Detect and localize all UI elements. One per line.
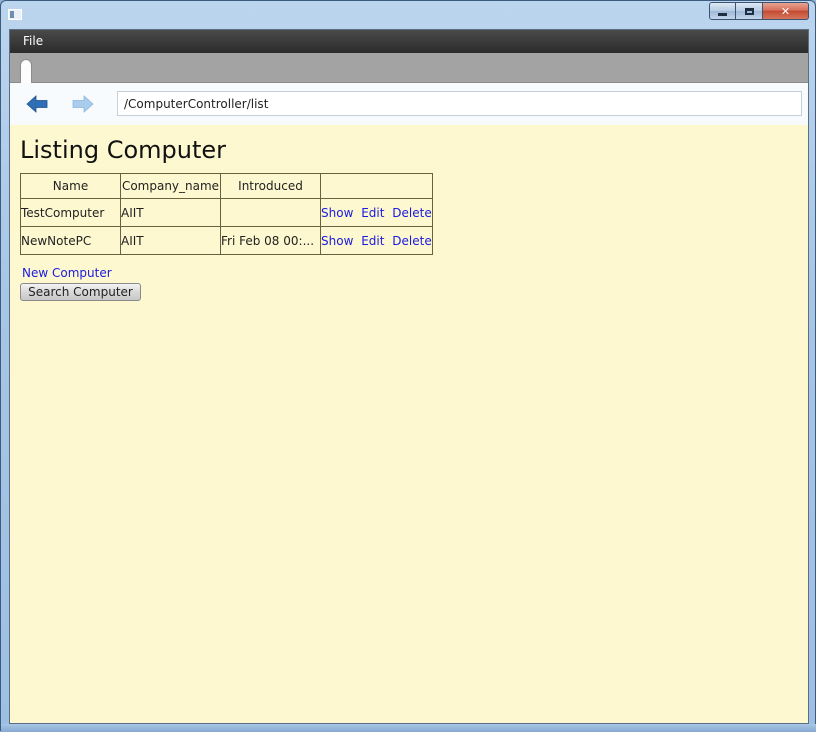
minimize-button[interactable] (709, 2, 736, 20)
close-button[interactable]: ✕ (763, 2, 809, 20)
tab-active[interactable] (20, 59, 32, 83)
search-computer-button[interactable]: Search Computer (20, 283, 141, 301)
menu-bar: File (10, 30, 808, 53)
cell-company: AIIT (120, 226, 221, 255)
cell-actions: Show Edit Delete (320, 198, 433, 227)
title-bar[interactable]: ✕ (1, 1, 815, 29)
table-header-row: Name Company_name Introduced (20, 173, 433, 199)
new-computer-link[interactable]: New Computer (22, 266, 808, 280)
column-header-actions (320, 173, 433, 199)
maximize-icon (744, 7, 754, 15)
window-icon[interactable] (8, 9, 22, 20)
minimize-icon (718, 12, 727, 16)
cell-company: AIIT (120, 198, 221, 227)
page-content: Listing Computer Name Company_name Intro… (10, 125, 808, 301)
close-icon: ✕ (780, 4, 791, 18)
client-area: File /ComputerController/list Listing Co… (9, 29, 809, 724)
back-arrow-icon[interactable] (26, 95, 48, 113)
show-link[interactable]: Show (321, 234, 353, 248)
window-controls: ✕ (709, 2, 809, 20)
address-field[interactable]: /ComputerController/list (117, 91, 802, 116)
delete-link[interactable]: Delete (392, 206, 431, 220)
menu-file[interactable]: File (10, 30, 56, 53)
cell-name: TestComputer (20, 198, 121, 227)
maximize-button[interactable] (736, 2, 763, 20)
page-title: Listing Computer (20, 136, 227, 164)
tab-strip (10, 53, 808, 83)
cell-actions: Show Edit Delete (320, 226, 433, 255)
edit-link[interactable]: Edit (361, 234, 384, 248)
app-window: ✕ File /ComputerController/list Listing … (0, 0, 816, 732)
table-row: TestComputer AIIT Show Edit Delete (20, 198, 433, 227)
delete-link[interactable]: Delete (392, 234, 431, 248)
column-header-introduced: Introduced (220, 173, 321, 199)
cell-introduced: Fri Feb 08 00:... (220, 226, 321, 255)
show-link[interactable]: Show (321, 206, 353, 220)
table-row: NewNotePC AIIT Fri Feb 08 00:... Show Ed… (20, 226, 433, 255)
cell-name: NewNotePC (20, 226, 121, 255)
computer-table: Name Company_name Introduced TestCompute… (20, 173, 433, 255)
column-header-company: Company_name (120, 173, 221, 199)
forward-arrow-icon[interactable] (72, 95, 94, 113)
column-header-name: Name (20, 173, 121, 199)
cell-introduced (220, 198, 321, 227)
edit-link[interactable]: Edit (361, 206, 384, 220)
navigation-bar: /ComputerController/list (10, 83, 808, 125)
